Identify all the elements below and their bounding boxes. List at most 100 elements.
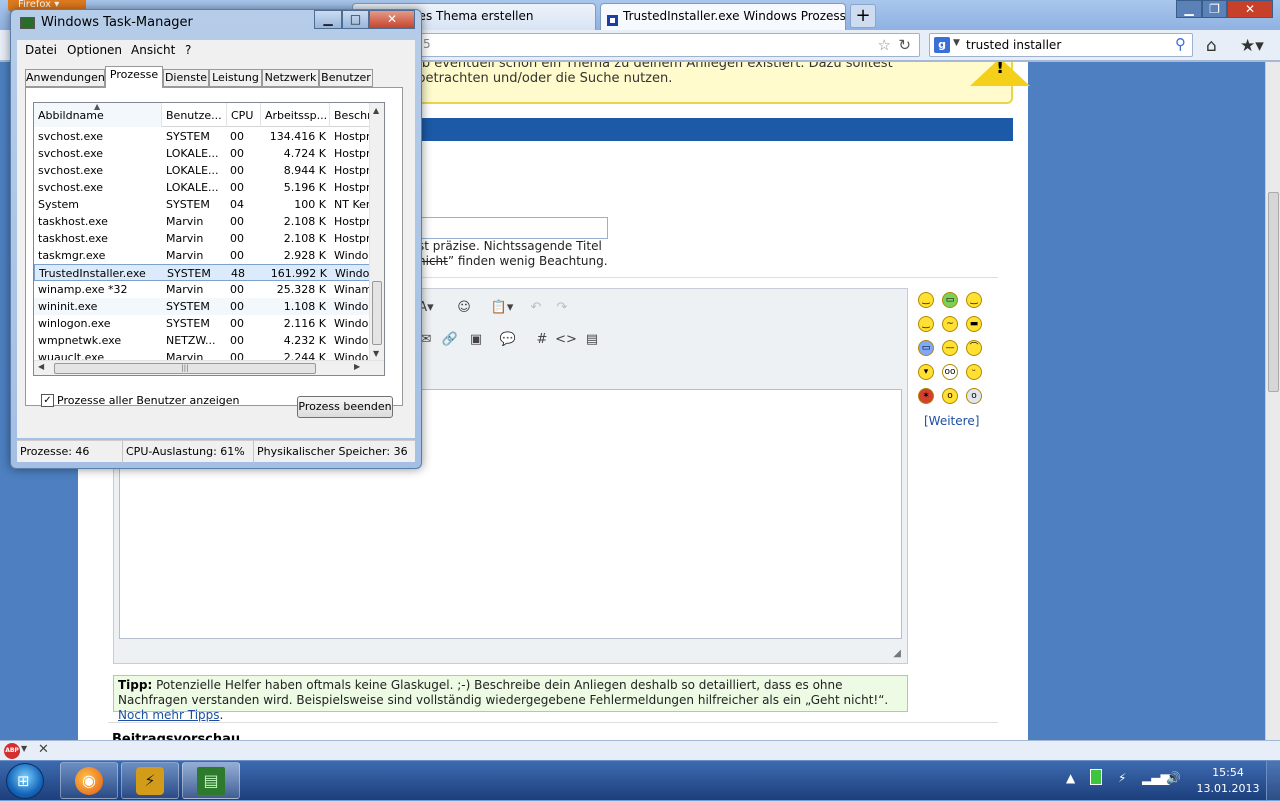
search-bar[interactable]: g ▼ trusted installer ⚲: [929, 33, 1193, 57]
url-bar[interactable]: 5 ☆ ↻: [420, 33, 920, 57]
close-icon[interactable]: ✕: [38, 742, 49, 757]
minimize-window-button[interactable]: ▁: [1176, 0, 1202, 18]
tab-dienste[interactable]: Dienste: [163, 69, 209, 87]
smiley-cold-icon[interactable]: ▭: [918, 340, 934, 356]
code-icon[interactable]: <>: [554, 329, 578, 351]
smiley-confused-icon[interactable]: ~: [942, 316, 958, 332]
taskbar-firefox-button[interactable]: ◉: [60, 762, 118, 799]
home-icon[interactable]: ⌂: [1206, 36, 1217, 56]
thread-title-input[interactable]: [418, 217, 608, 239]
table-row[interactable]: wininit.exe SYSTEM 00 1.108 K Windo: [34, 298, 370, 315]
smiley-picker-icon[interactable]: ☺: [452, 297, 476, 319]
process-list-horizontal-scrollbar[interactable]: ◀ ||| ▶: [34, 360, 384, 375]
process-list-vertical-scrollbar[interactable]: ▲ ▼: [369, 103, 384, 361]
smiley-happy-icon[interactable]: ‿: [966, 292, 982, 308]
table-row[interactable]: svchost.exe LOKALE... 00 8.944 K Hostpr: [34, 162, 370, 179]
scroll-up-icon[interactable]: ▲: [373, 106, 379, 115]
php-icon[interactable]: ▤: [580, 329, 604, 351]
smiley-laugh-icon[interactable]: ▾: [918, 364, 934, 380]
smiley-cool-icon[interactable]: ▬: [966, 316, 982, 332]
adblock-plus-icon[interactable]: ABP: [4, 743, 20, 759]
table-row[interactable]: TrustedInstaller.exe SYSTEM 48 161.992 K Win…: [34, 264, 370, 281]
paste-icon[interactable]: 📋▾: [490, 297, 514, 319]
bookmarks-icon[interactable]: ★▾: [1240, 36, 1264, 56]
search-input[interactable]: trusted installer: [966, 38, 1061, 52]
table-row[interactable]: taskmgr.exe Marvin 00 2.928 K Windo: [34, 247, 370, 264]
show-desktop-button[interactable]: [1266, 761, 1280, 801]
power-plug-icon[interactable]: ⚡: [1118, 771, 1126, 785]
column-benutzer[interactable]: Benutze...: [162, 103, 227, 127]
tab-prozesse[interactable]: Prozesse: [105, 66, 163, 88]
tab-netzwerk[interactable]: Netzwerk: [262, 69, 319, 87]
quote-icon[interactable]: 💬: [496, 329, 520, 351]
smiley-neutral-icon[interactable]: —: [942, 340, 958, 356]
menu-help[interactable]: ?: [185, 43, 191, 57]
chevron-down-icon[interactable]: ▼: [21, 744, 27, 753]
volume-icon[interactable]: 🔊: [1166, 771, 1181, 785]
system-clock[interactable]: 15:54 13.01.2013: [1195, 765, 1261, 797]
show-all-users-checkbox[interactable]: ✓: [41, 394, 54, 407]
smiley-angry-icon[interactable]: ✶: [918, 388, 934, 404]
smiley-eyes-icon[interactable]: oo: [942, 364, 958, 380]
smiley-grin-icon[interactable]: ▭: [942, 292, 958, 308]
scrollbar-thumb[interactable]: |||: [54, 363, 316, 374]
reload-icon[interactable]: ↻: [898, 36, 911, 54]
smiley-smile-icon[interactable]: ‿: [918, 292, 934, 308]
menu-ansicht[interactable]: Ansicht: [131, 43, 175, 57]
tab-benutzer[interactable]: Benutzer: [319, 69, 373, 87]
menu-datei[interactable]: Datei: [25, 43, 57, 57]
taskbar-taskmanager-button[interactable]: ▤: [182, 762, 240, 799]
table-row[interactable]: winamp.exe *32 Marvin 00 25.328 K Winam: [34, 281, 370, 298]
page-scrollbar[interactable]: [1265, 62, 1280, 740]
tab-trustedinstaller[interactable]: TrustedInstaller.exe Windows Prozess ...: [600, 3, 846, 30]
tab-leistung[interactable]: Leistung: [209, 69, 262, 87]
tab-anwendungen[interactable]: Anwendungen: [25, 69, 105, 87]
maximize-button[interactable]: □: [342, 10, 369, 29]
table-row[interactable]: taskhost.exe Marvin 00 2.108 K Hostpr: [34, 230, 370, 247]
table-row[interactable]: svchost.exe LOKALE... 00 4.724 K Hostpr: [34, 145, 370, 162]
column-cpu[interactable]: CPU: [227, 103, 261, 127]
tray-app-icon[interactable]: [1090, 769, 1102, 785]
scrollbar-thumb[interactable]: [1268, 192, 1279, 392]
resize-grip-icon[interactable]: ◢: [893, 648, 901, 659]
scroll-down-icon[interactable]: ▼: [373, 349, 379, 358]
chevron-down-icon[interactable]: ▼: [953, 38, 960, 48]
close-window-button[interactable]: ✕: [1227, 0, 1273, 18]
smiley-shocked-icon[interactable]: o: [966, 388, 982, 404]
smiley-wink-icon[interactable]: ‿: [918, 316, 934, 332]
process-list[interactable]: ▲ Abbildname Benutze... CPU Arbeitssp... …: [33, 102, 385, 376]
minimize-button[interactable]: ▁: [314, 10, 342, 29]
scroll-left-icon[interactable]: ◀: [38, 362, 44, 371]
table-row[interactable]: winlogon.exe SYSTEM 00 2.116 K Windo: [34, 315, 370, 332]
scroll-right-icon[interactable]: ▶: [354, 362, 360, 371]
end-process-button[interactable]: Prozess beenden: [297, 396, 393, 418]
more-smileys-link[interactable]: [Weitere]: [924, 414, 979, 428]
menu-optionen[interactable]: Optionen: [67, 43, 122, 57]
google-engine-icon[interactable]: g: [934, 37, 950, 53]
link-icon[interactable]: 🔗: [438, 329, 462, 351]
start-button[interactable]: ⊞: [6, 763, 44, 799]
hash-icon[interactable]: #: [530, 329, 554, 351]
column-beschreibung[interactable]: Beschr: [330, 103, 370, 127]
table-row[interactable]: wmpnetwk.exe NETZW... 00 4.232 K Windo: [34, 332, 370, 349]
bookmark-star-icon[interactable]: ☆: [878, 36, 891, 54]
scrollbar-thumb[interactable]: [372, 281, 382, 345]
table-row[interactable]: System SYSTEM 04 100 K NT Ker: [34, 196, 370, 213]
more-tips-link[interactable]: Noch mehr Tipps: [118, 708, 220, 722]
table-row[interactable]: taskhost.exe Marvin 00 2.108 K Hostpr: [34, 213, 370, 230]
image-icon[interactable]: ▣: [464, 329, 488, 351]
redo-icon[interactable]: ↷: [550, 297, 574, 319]
column-abbildname[interactable]: ▲ Abbildname: [34, 103, 162, 127]
close-button[interactable]: ✕: [369, 10, 415, 29]
smiley-sad-icon[interactable]: ⌒: [966, 340, 982, 356]
table-row[interactable]: svchost.exe LOKALE... 00 5.196 K Hostpr: [34, 179, 370, 196]
column-arbeitsspeicher[interactable]: Arbeitssp...: [261, 103, 330, 127]
taskbar-winamp-button[interactable]: ⚡: [121, 762, 179, 799]
undo-icon[interactable]: ↶: [524, 297, 548, 319]
table-row[interactable]: svchost.exe SYSTEM 00 134.416 K Hostpr: [34, 128, 370, 145]
smiley-surprised-icon[interactable]: o: [942, 388, 958, 404]
new-tab-button[interactable]: +: [850, 4, 876, 28]
smiley-devil-icon[interactable]: ᵕ: [966, 364, 982, 380]
restore-window-button[interactable]: ❐: [1202, 0, 1227, 18]
search-icon[interactable]: ⚲: [1175, 35, 1186, 53]
